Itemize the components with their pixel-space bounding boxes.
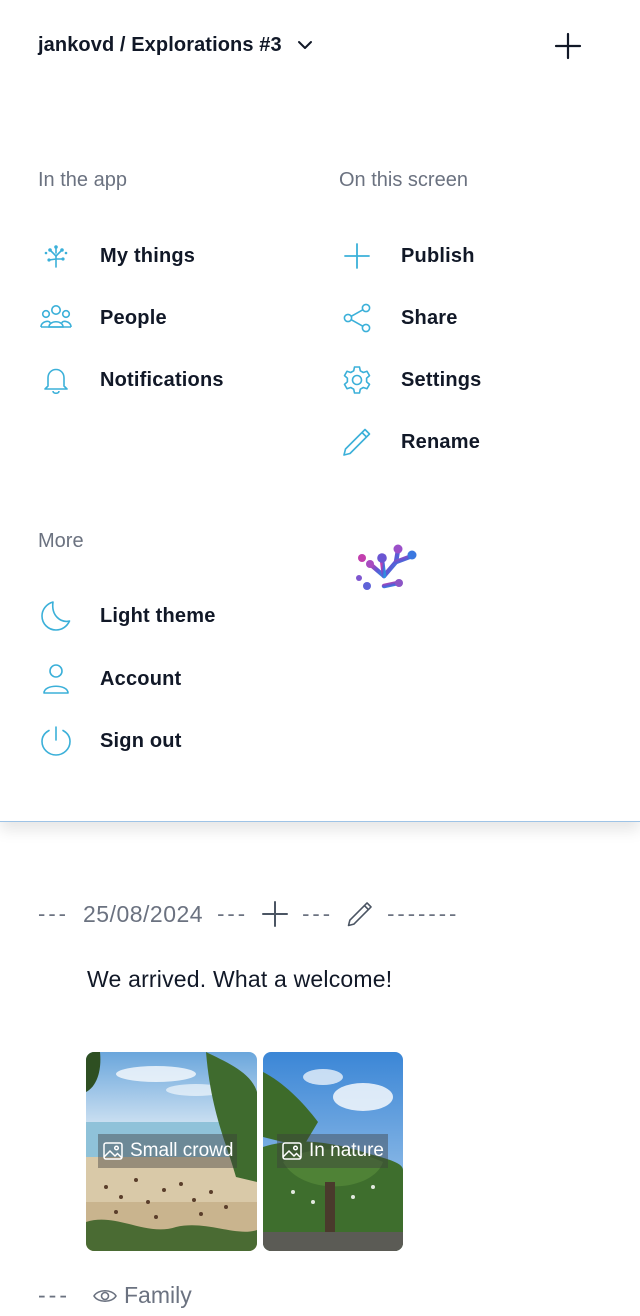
entry-date: 25/08/2024 [82,900,204,927]
divider-dashes: ------- [387,901,460,926]
journal-content: --- 25/08/2024 --- --- ------- We arrive… [0,822,640,1316]
divider-dashes: --- [38,1282,70,1308]
chevron-down-icon[interactable] [296,36,314,54]
eye-icon [93,1289,117,1302]
entry-text: We arrived. What a welcome! [87,966,393,992]
navigation-menu-panel: jankovd / Explorations #3 In the app My … [0,0,640,822]
menu-item-share[interactable]: Share [339,298,458,338]
photo-label-tag: Small crowd [98,1134,238,1168]
image-icon [103,1142,123,1160]
menu-item-label: Account [100,667,182,690]
section-title-on-this-screen: On this screen [339,169,468,191]
photo-label: Small crowd [130,1140,234,1161]
photo-label: In nature [309,1140,384,1161]
menu-item-account[interactable]: Account [38,659,181,699]
top-bar: jankovd / Explorations #3 [38,28,602,62]
share-icon [339,300,375,336]
menu-item-label: Sign out [100,729,182,752]
pencil-icon [339,424,375,460]
menu-item-label: Rename [401,430,481,453]
photo-label-tag: In nature [277,1134,388,1168]
photo-thumbnail[interactable]: Small crowd [86,1052,257,1251]
menu-item-label: Publish [401,244,475,267]
menu-item-settings[interactable]: Settings [339,360,482,400]
plus-icon [339,238,375,274]
divider-dashes: --- [302,901,334,926]
visibility-row[interactable]: --- Family [38,1282,192,1309]
gear-icon [339,362,375,398]
bell-icon [38,362,74,398]
add-button[interactable] [554,32,582,60]
people-icon [38,300,74,336]
section-title-more: More [38,530,84,552]
breadcrumb[interactable]: jankovd / Explorations #3 [38,34,282,57]
menu-item-publish[interactable]: Publish [339,236,475,276]
add-entry-plus-icon[interactable] [260,899,290,929]
menu-item-label: Share [401,306,458,329]
power-icon [38,723,74,759]
user-icon [38,661,74,697]
section-title-in-the-app: In the app [38,169,127,191]
edit-pencil-icon[interactable] [345,899,375,929]
menu-item-label: Notifications [100,368,224,391]
menu-item-people[interactable]: People [38,298,167,338]
app-logo-icon [356,544,417,603]
menu-item-label: People [100,306,167,329]
menu-item-label: Settings [401,368,482,391]
image-icon [282,1142,302,1160]
branch-logo-icon [38,238,74,274]
divider-dashes: --- [38,901,69,926]
menu-item-notifications[interactable]: Notifications [38,360,224,400]
menu-item-label: Light theme [100,604,216,627]
visibility-label: Family [123,1282,192,1308]
menu-item-label: My things [100,244,196,267]
menu-item-light-theme[interactable]: Light theme [38,596,216,636]
menu-item-my-things[interactable]: My things [38,236,195,276]
photo-thumbnail[interactable]: In nature [263,1052,403,1251]
divider-dashes: --- [217,901,249,926]
moon-icon [38,598,74,634]
entry-date-row: --- 25/08/2024 --- --- ------- [38,896,459,932]
menu-item-sign-out[interactable]: Sign out [38,721,182,761]
menu-item-rename[interactable]: Rename [339,422,480,462]
